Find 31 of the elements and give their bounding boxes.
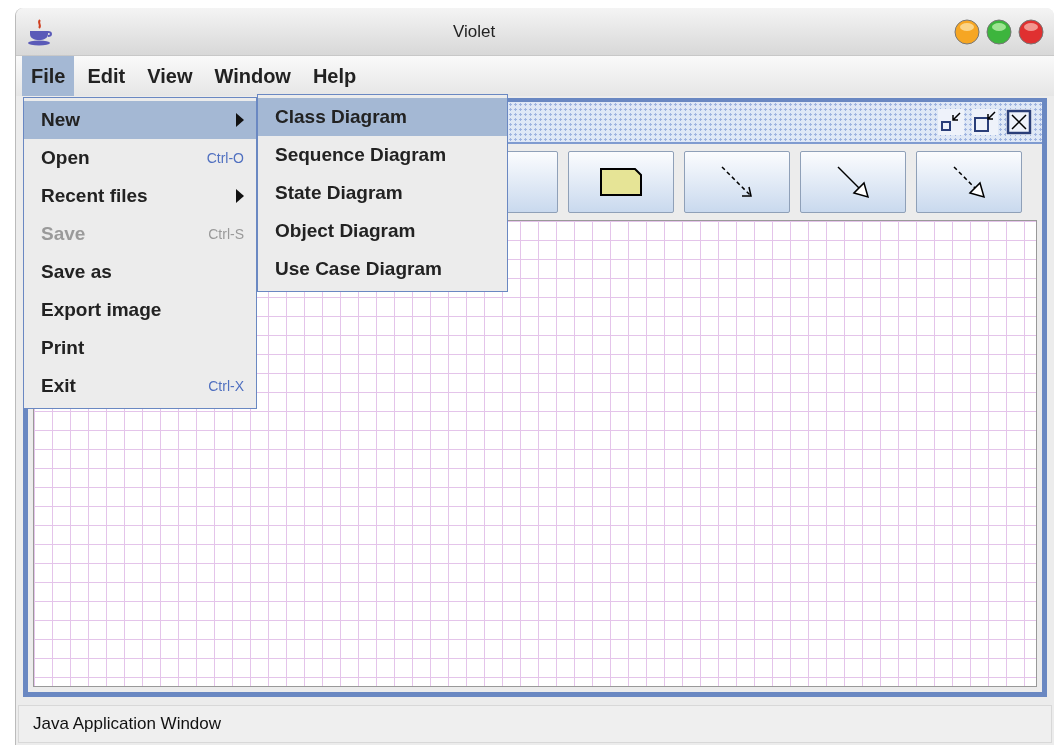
menu-item[interactable]: Save as <box>24 253 256 291</box>
menu-title[interactable]: Window <box>205 56 300 96</box>
menu-item[interactable]: Open Ctrl-O <box>24 139 256 177</box>
minimize-button[interactable] <box>954 18 980 45</box>
menu-item[interactable]: Class Diagram <box>258 98 507 136</box>
window-title: Violet <box>451 21 497 42</box>
dashed-arrow-icon <box>720 165 754 199</box>
close-button[interactable] <box>1018 18 1044 45</box>
status-text: Java Application Window <box>33 714 222 734</box>
menu-title[interactable]: View <box>138 56 202 96</box>
menu-title[interactable]: Help <box>303 56 366 96</box>
tool-button[interactable] <box>568 151 674 213</box>
maximize-icon[interactable] <box>972 109 998 135</box>
menu-item[interactable]: Exit Ctrl-X <box>24 367 256 405</box>
iconify-icon[interactable] <box>938 109 964 135</box>
coffee-cup-icon <box>26 17 54 46</box>
menu-item[interactable]: Recent files <box>24 177 256 215</box>
dashed-triangle-arrow-icon <box>952 165 986 199</box>
menu-item[interactable]: Sequence Diagram <box>258 136 507 174</box>
menu-title[interactable]: File <box>22 56 75 96</box>
menu-item[interactable]: Print <box>24 329 256 367</box>
menu-item[interactable]: State Diagram <box>258 174 507 212</box>
menu-item[interactable]: Use Case Diagram <box>258 250 507 288</box>
maximize-button[interactable] <box>986 18 1012 45</box>
triangle-arrow-icon <box>836 165 870 199</box>
close-icon[interactable] <box>1006 109 1032 135</box>
menu-item[interactable]: Export image <box>24 291 256 329</box>
menu-item[interactable]: Object Diagram <box>258 212 507 250</box>
note-icon <box>600 168 642 196</box>
menu-item[interactable]: New <box>24 101 256 139</box>
menu-title[interactable]: Edit <box>78 56 135 96</box>
